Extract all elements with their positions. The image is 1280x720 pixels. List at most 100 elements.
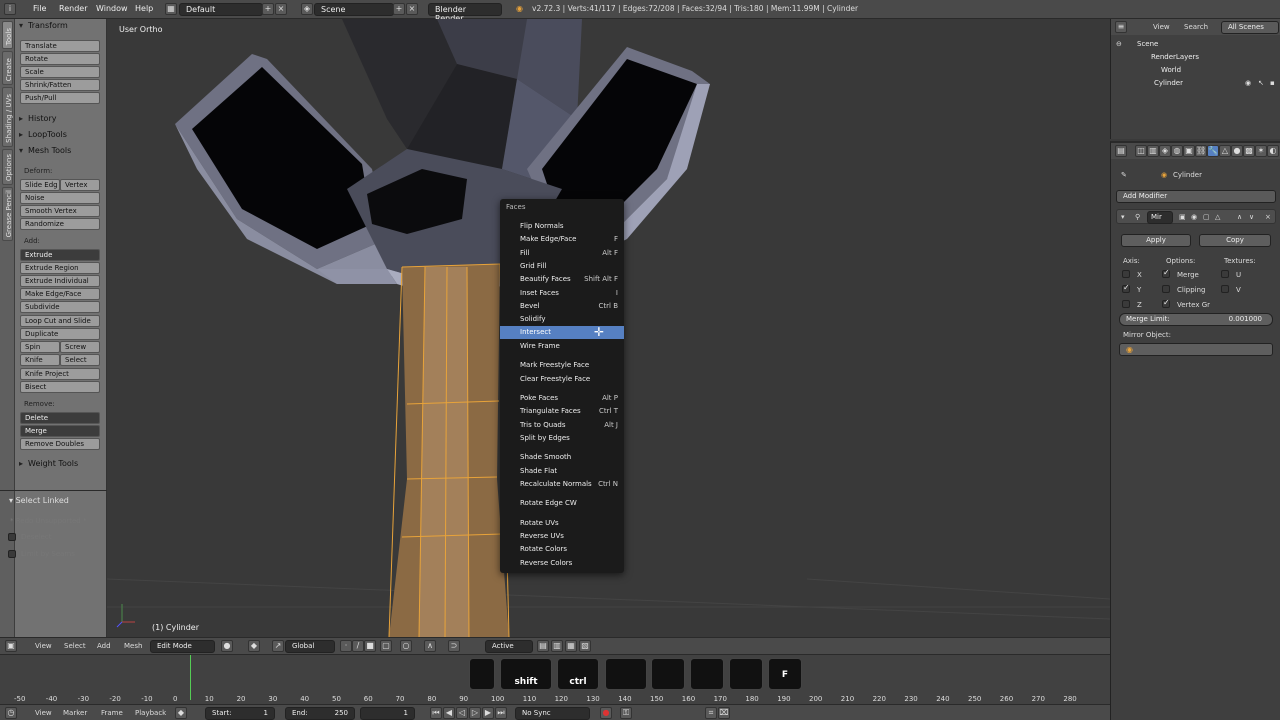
current-frame-marker[interactable] [190, 655, 191, 700]
merge-dropdown[interactable]: Merge [20, 425, 100, 437]
operator-title[interactable]: ▾ Select Linked [9, 496, 69, 505]
loop-cut-button[interactable]: Loop Cut and Slide [20, 315, 100, 327]
jump-end-icon[interactable]: ⏭ [495, 707, 507, 719]
select-arrow-icon[interactable]: ↖ [1258, 79, 1264, 87]
push-pull-button[interactable]: Push/Pull [20, 92, 100, 104]
occlude-icon[interactable]: ▢ [380, 640, 392, 652]
vp-menu-mesh[interactable]: Mesh [124, 642, 142, 650]
vertex-groups-checkbox[interactable] [1162, 298, 1170, 308]
axis-z-checkbox[interactable] [1122, 300, 1130, 308]
cage-toggle-icon[interactable]: △ [1215, 213, 1220, 221]
limit-seams-checkbox[interactable] [8, 550, 16, 558]
shading-icon[interactable]: ● [221, 640, 233, 652]
remove-doubles-button[interactable]: Remove Doubles [20, 438, 100, 450]
outliner-item-renderlayers[interactable]: RenderLayers [1151, 53, 1199, 61]
scene-icon[interactable]: ◈ [301, 3, 313, 15]
knife-select-button[interactable]: Select [60, 354, 100, 366]
outliner-item-world[interactable]: World [1161, 66, 1181, 74]
menu-item-grid-fill[interactable]: Grid Fill [500, 260, 624, 273]
tab-world-icon[interactable]: ◍ [1171, 145, 1183, 157]
tab-grease-pencil[interactable]: Grease Pencil [2, 187, 13, 241]
menu-item-triangulate-faces[interactable]: Triangulate Faces Ctrl T [500, 405, 624, 418]
panel-looptools-header[interactable]: ▸ LoopTools [19, 130, 67, 143]
vp-menu-view[interactable]: View [35, 642, 52, 650]
keying-set-icon[interactable]: ⚿ [620, 707, 632, 719]
mode-select[interactable]: Edit Mode [150, 640, 215, 653]
remove-modifier-icon[interactable]: × [1265, 213, 1271, 221]
outliner-view-menu[interactable]: View [1153, 23, 1170, 31]
translate-button[interactable]: Translate [20, 40, 100, 52]
axis-x-checkbox[interactable] [1122, 270, 1130, 278]
mirror-u-checkbox[interactable] [1221, 270, 1229, 278]
merge-limit-field[interactable]: Merge Limit: 0.001000 [1119, 313, 1273, 326]
vp-menu-select[interactable]: Select [64, 642, 86, 650]
modifier-name-field[interactable]: Mir [1147, 211, 1173, 224]
snap-icon[interactable]: ∧ [424, 640, 436, 652]
add-scene-icon[interactable]: + [393, 3, 405, 15]
copy-button[interactable]: Copy [1199, 234, 1271, 247]
knife-project-button[interactable]: Knife Project [20, 368, 100, 380]
tab-object-icon[interactable]: ▣ [1183, 145, 1195, 157]
editor-type-icon[interactable]: i [4, 3, 16, 15]
record-icon[interactable]: ● [600, 707, 612, 719]
menu-item-shade-smooth[interactable]: Shade Smooth [500, 451, 624, 464]
menu-item-make-edge-face[interactable]: Make Edge/Face F [500, 233, 624, 246]
outliner-search-menu[interactable]: Search [1184, 23, 1208, 31]
tab-texture-icon[interactable]: ▩ [1243, 145, 1255, 157]
tab-constraints-icon[interactable]: ⛓ [1195, 145, 1207, 157]
scale-button[interactable]: Scale [20, 66, 100, 78]
menu-item-rotate-uvs[interactable]: Rotate UVs [500, 517, 624, 530]
gl-render-icon[interactable]: ▦ [565, 640, 577, 652]
menu-item-intersect[interactable]: Intersect [500, 326, 624, 339]
add-modifier-select[interactable]: Add Modifier [1116, 190, 1276, 203]
render-icon[interactable]: ▤ [537, 640, 549, 652]
shrink-fatten-button[interactable]: Shrink/Fatten [20, 79, 100, 91]
tab-particles-icon[interactable]: ✶ [1255, 145, 1267, 157]
menu-help[interactable]: Help [135, 4, 153, 13]
menu-item-rotate-edge-cw[interactable]: Rotate Edge CW [500, 497, 624, 510]
tab-tools[interactable]: Tools [2, 21, 13, 49]
tl-menu-playback[interactable]: Playback [135, 709, 166, 717]
face-select-icon[interactable]: ■ [364, 640, 376, 652]
spin-button[interactable]: Spin [20, 341, 60, 353]
insert-key-icon[interactable]: ⌗ [705, 707, 717, 719]
tl-menu-view[interactable]: View [35, 709, 52, 717]
make-edge-face-button[interactable]: Make Edge/Face [20, 288, 100, 300]
pivot-icon[interactable]: ◆ [248, 640, 260, 652]
merge-checkbox[interactable] [1162, 268, 1170, 278]
next-key-icon[interactable]: ▶ [482, 707, 494, 719]
start-frame-field[interactable]: Start: 1 [205, 707, 275, 720]
menu-item-wire-frame[interactable]: Wire Frame [500, 340, 624, 353]
delete-dropdown[interactable]: Delete [20, 412, 100, 424]
timeline[interactable]: -50 -40 -30 -20 -10 0 10 20 30 40 50 60 70 80 90 100 110… [0, 654, 1110, 704]
tl-menu-frame[interactable]: Frame [101, 709, 123, 717]
editor-type-icon[interactable]: ▣ [5, 640, 17, 652]
tab-scene-icon[interactable]: ◈ [1159, 145, 1171, 157]
pin-icon[interactable]: ✎ [1121, 171, 1127, 179]
menu-item-beautify-faces[interactable]: Beautify Faces Shift Alt F [500, 273, 624, 286]
tab-layers-icon[interactable]: ▥ [1147, 145, 1159, 157]
end-frame-field[interactable]: End: 250 [285, 707, 355, 720]
panel-history-header[interactable]: ▸ History [19, 114, 56, 127]
screw-button[interactable]: Screw [60, 341, 100, 353]
manipulator-icon[interactable]: ↗ [272, 640, 284, 652]
extrude-dropdown[interactable]: Extrude [20, 249, 100, 261]
duplicate-button[interactable]: Duplicate [20, 328, 100, 340]
tab-physics-icon[interactable]: ◐ [1267, 145, 1279, 157]
menu-item-recalculate-normals[interactable]: Recalculate Normals Ctrl N [500, 478, 624, 491]
menu-item-clear-freestyle-face[interactable]: Clear Freestyle Face [500, 373, 624, 386]
tab-modifiers-icon[interactable]: 🔧 [1207, 145, 1219, 157]
menu-item-flip-normals[interactable]: Flip Normals [500, 220, 624, 233]
current-frame-field[interactable]: 1 [360, 707, 415, 720]
slide-vertex-button[interactable]: Vertex [60, 179, 100, 191]
slide-edge-button[interactable]: Slide Edg [20, 179, 60, 191]
menu-item-reverse-colors[interactable]: Reverse Colors [500, 557, 624, 570]
panel-weight-tools-header[interactable]: ▸ Weight Tools [19, 459, 78, 472]
editor-type-icon[interactable]: ◷ [5, 707, 17, 719]
render-engine-select[interactable]: Blender Render [428, 3, 502, 23]
mirror-object-field[interactable]: ◉ [1119, 343, 1273, 356]
tab-create[interactable]: Create [2, 51, 13, 85]
bisect-button[interactable]: Bisect [20, 381, 100, 393]
orientation-select[interactable]: Global [285, 640, 335, 653]
tl-menu-marker[interactable]: Marker [63, 709, 87, 717]
